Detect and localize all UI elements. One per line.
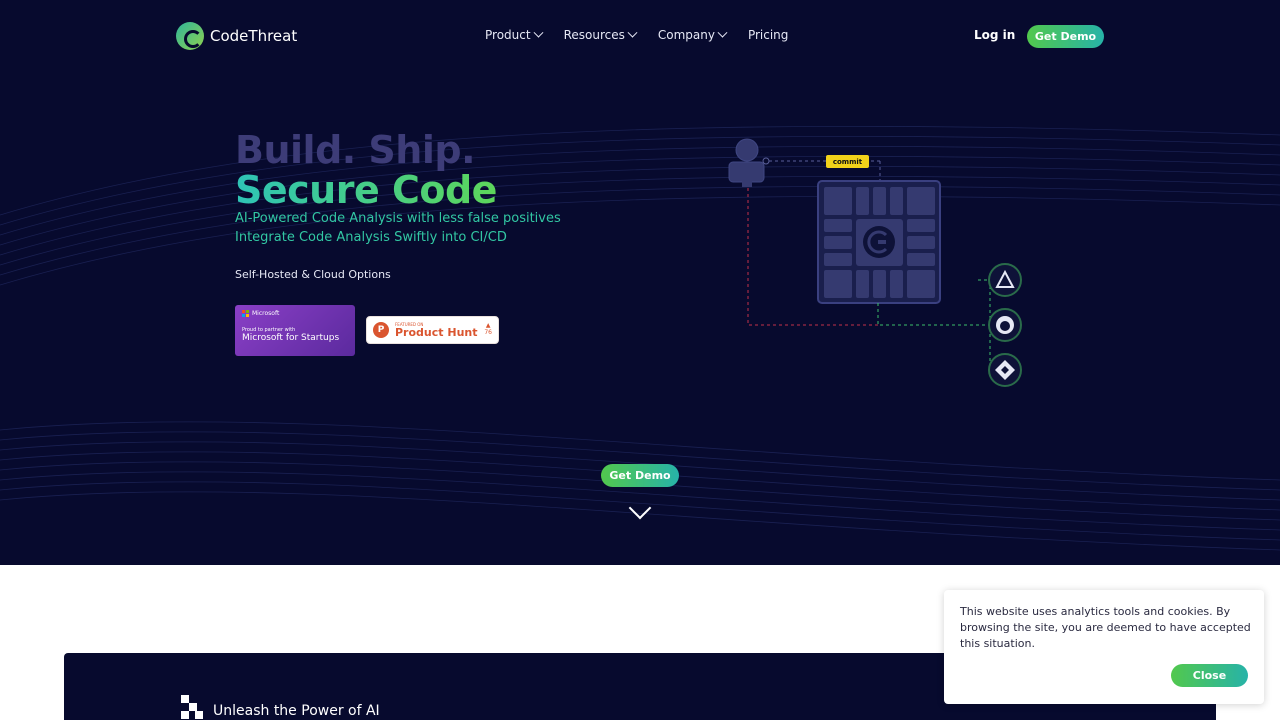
codethreat-engine-icon bbox=[817, 180, 941, 304]
cookie-banner: This website uses analytics tools and co… bbox=[944, 590, 1264, 704]
developer-icon bbox=[728, 138, 770, 187]
headline-secondary: Secure Code bbox=[235, 168, 497, 212]
microsoft-logo-icon bbox=[242, 310, 249, 317]
microsoft-startups-badge[interactable]: Microsoft Proud to partner with Microsof… bbox=[235, 305, 355, 356]
nav-item-label: Product bbox=[485, 28, 531, 42]
hero-subline-cicd: Integrate Code Analysis Swiftly into CI/… bbox=[235, 230, 507, 245]
section-title: Unleash the Power of AI bbox=[213, 703, 380, 719]
nav-item-company[interactable]: Company bbox=[657, 27, 728, 42]
microsoft-label: Microsoft bbox=[252, 310, 280, 317]
nav-item-product[interactable]: Product bbox=[485, 27, 544, 42]
microsoft-badge-line2: Microsoft for Startups bbox=[242, 333, 340, 343]
producthunt-vote-count: 76 bbox=[484, 329, 492, 336]
ai-pixel-icon bbox=[181, 695, 203, 719]
codethreat-logo-icon bbox=[176, 22, 204, 50]
nav-item-label: Resources bbox=[563, 28, 625, 42]
ci-pipeline-diagram bbox=[728, 138, 1022, 387]
nav-item-pricing[interactable]: Pricing bbox=[748, 28, 788, 42]
cookie-close-button[interactable]: Close bbox=[1171, 664, 1248, 687]
chevron-down-icon bbox=[717, 27, 728, 38]
chevron-down-icon bbox=[533, 27, 544, 38]
producthunt-votes: ▲ 76 bbox=[484, 323, 492, 336]
producthunt-badge[interactable]: P FEATURED ON Product Hunt ▲ 76 bbox=[366, 316, 499, 344]
headline-primary: Build. Ship. bbox=[235, 128, 476, 172]
nav-item-label: Company bbox=[657, 28, 715, 42]
hero-get-demo-button[interactable]: Get Demo bbox=[601, 464, 679, 487]
producthunt-name: Product Hunt bbox=[395, 325, 478, 339]
main-nav: Product Resources Company Pricing bbox=[485, 27, 788, 42]
hero-section: CodeThreat Product Resources Company Pri… bbox=[0, 0, 1280, 565]
github-icon bbox=[988, 308, 1022, 342]
get-demo-button[interactable]: Get Demo bbox=[1027, 25, 1104, 48]
brand-name: CodeThreat bbox=[210, 27, 298, 45]
hero-subline-ai: AI-Powered Code Analysis with less false… bbox=[235, 211, 561, 226]
azure-devops-icon bbox=[988, 263, 1022, 297]
brand-logo[interactable]: CodeThreat bbox=[176, 22, 297, 50]
nav-item-label: Pricing bbox=[747, 28, 789, 42]
nav-item-resources[interactable]: Resources bbox=[563, 27, 638, 42]
cookie-message: This website uses analytics tools and co… bbox=[960, 605, 1251, 650]
commit-label: commit bbox=[826, 155, 869, 168]
hosting-options-text: Self-Hosted & Cloud Options bbox=[235, 268, 391, 281]
login-link[interactable]: Log in bbox=[974, 28, 1015, 42]
chevron-down-icon bbox=[627, 27, 638, 38]
gitlab-icon bbox=[988, 353, 1022, 387]
producthunt-logo-icon: P bbox=[373, 322, 389, 338]
